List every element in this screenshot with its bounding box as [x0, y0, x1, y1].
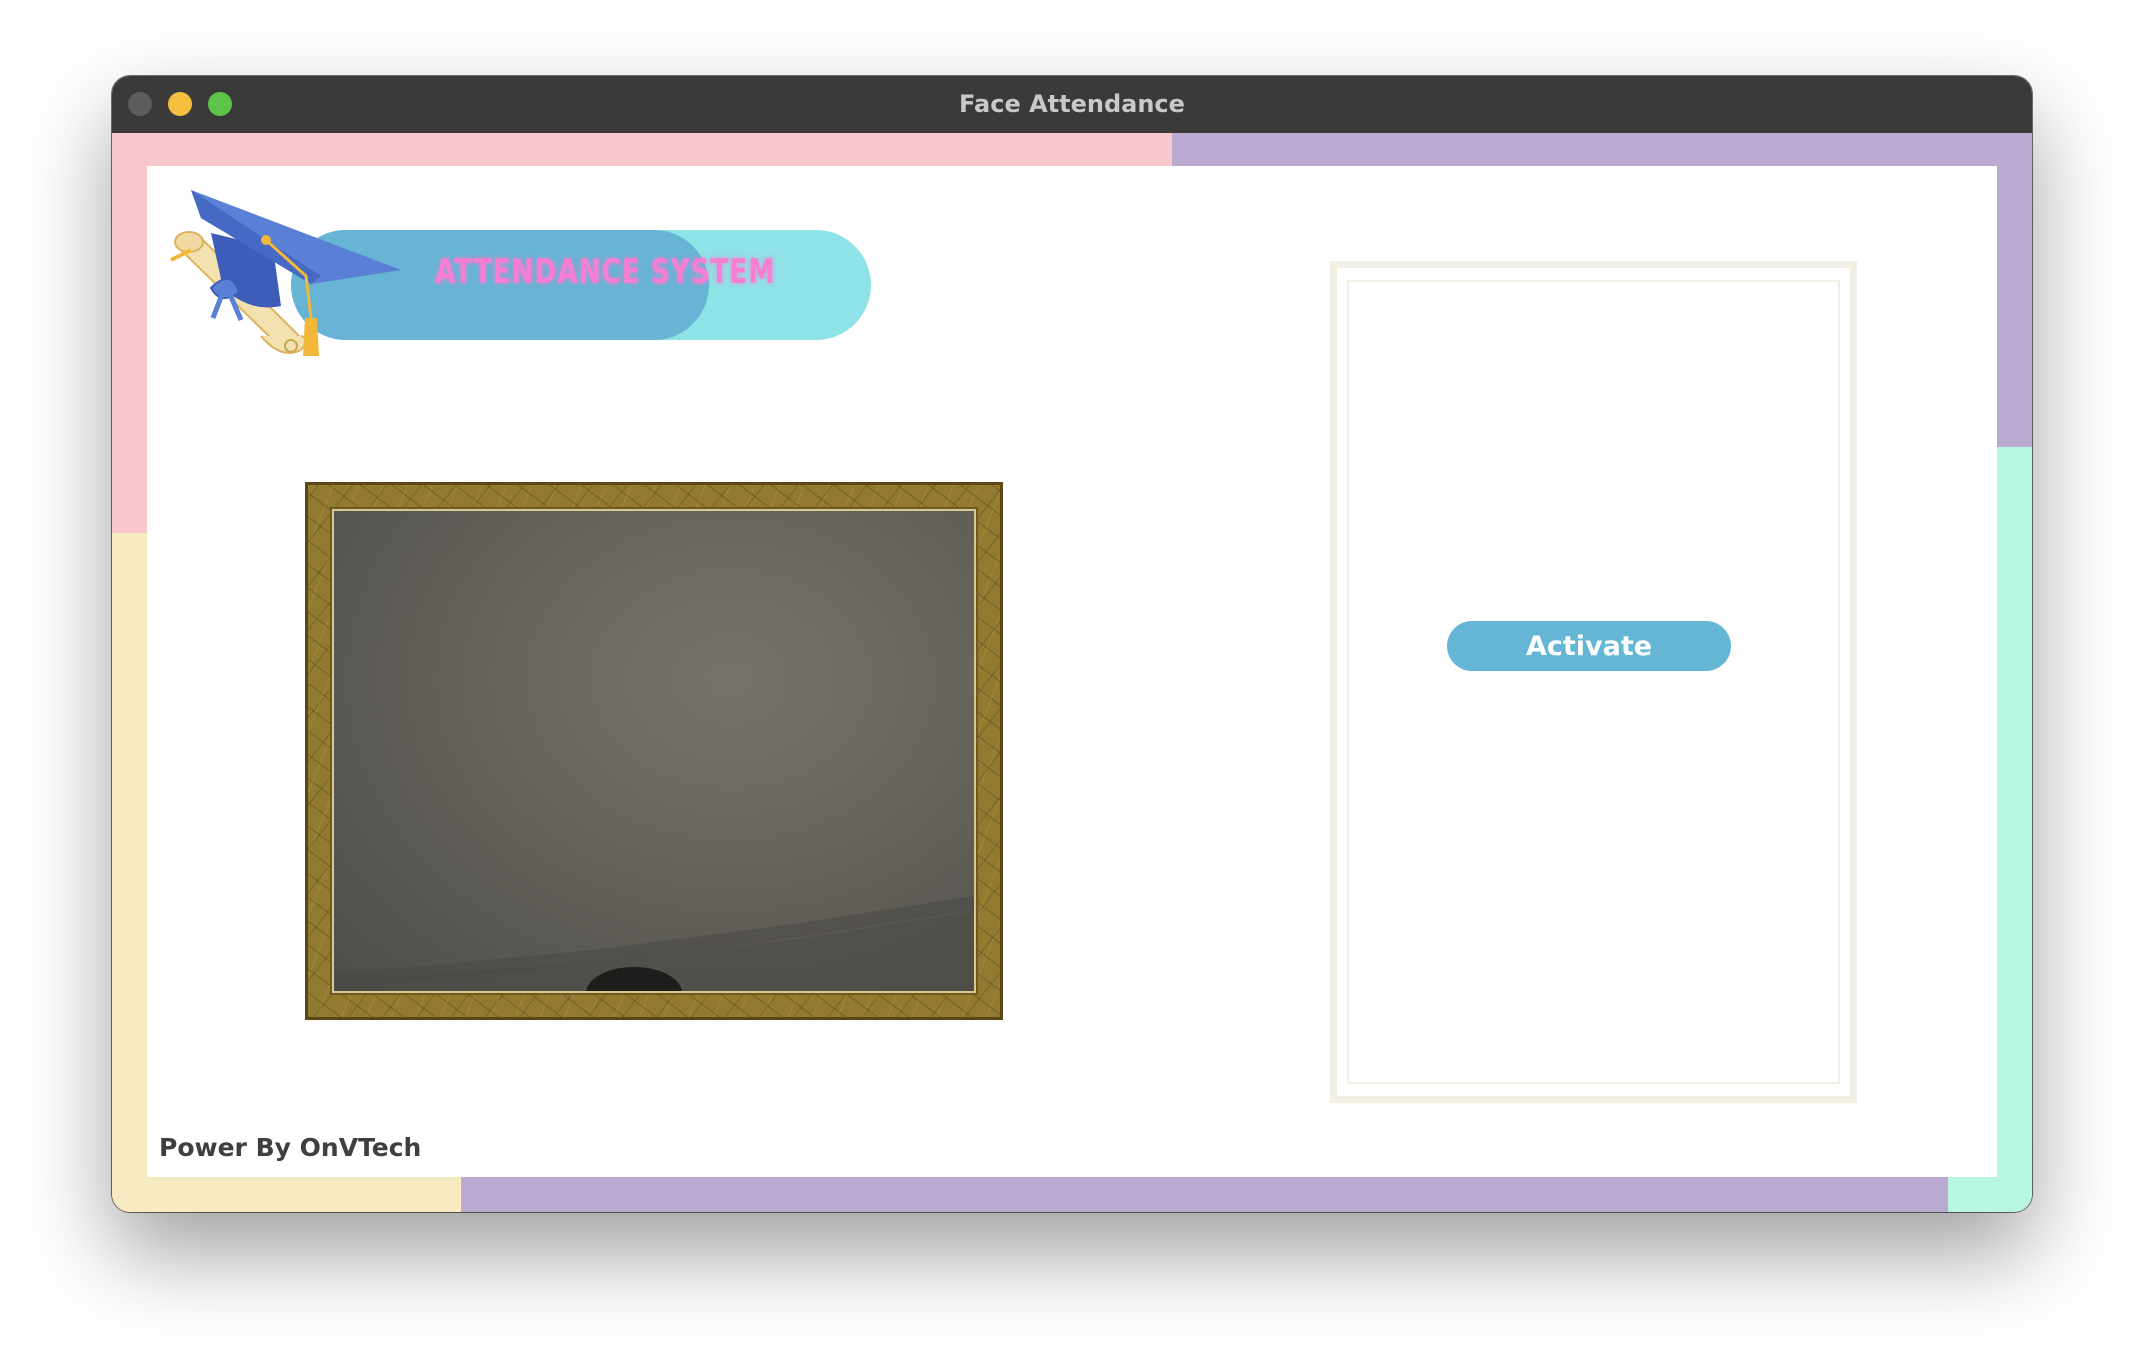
camera-frame: [305, 482, 1003, 1020]
webcam-image: [334, 896, 974, 991]
activate-button[interactable]: Activate: [1447, 621, 1731, 671]
app-window: Face Attendance ATTENDANCE SYSTEM Activa…: [112, 76, 2032, 1212]
title-bar[interactable]: Face Attendance: [112, 76, 2032, 134]
main-panel: ATTENDANCE SYSTEM Activate Power By OnVT…: [147, 166, 1997, 1177]
webcam-feed: [330, 507, 978, 995]
attendance-system-logo: ATTENDANCE SYSTEM: [161, 188, 871, 388]
border-band-lavender-bottom: [461, 1177, 1948, 1212]
logo-title: ATTENDANCE SYSTEM: [435, 252, 776, 292]
app-content: ATTENDANCE SYSTEM Activate Power By OnVT…: [112, 133, 2032, 1212]
window-title: Face Attendance: [959, 90, 1185, 118]
graduation-cap-icon: [170, 190, 401, 356]
footer-credit: Power By OnVTech: [159, 1133, 422, 1162]
info-panel-inner-border: [1347, 280, 1840, 1084]
info-panel: [1330, 261, 1857, 1103]
